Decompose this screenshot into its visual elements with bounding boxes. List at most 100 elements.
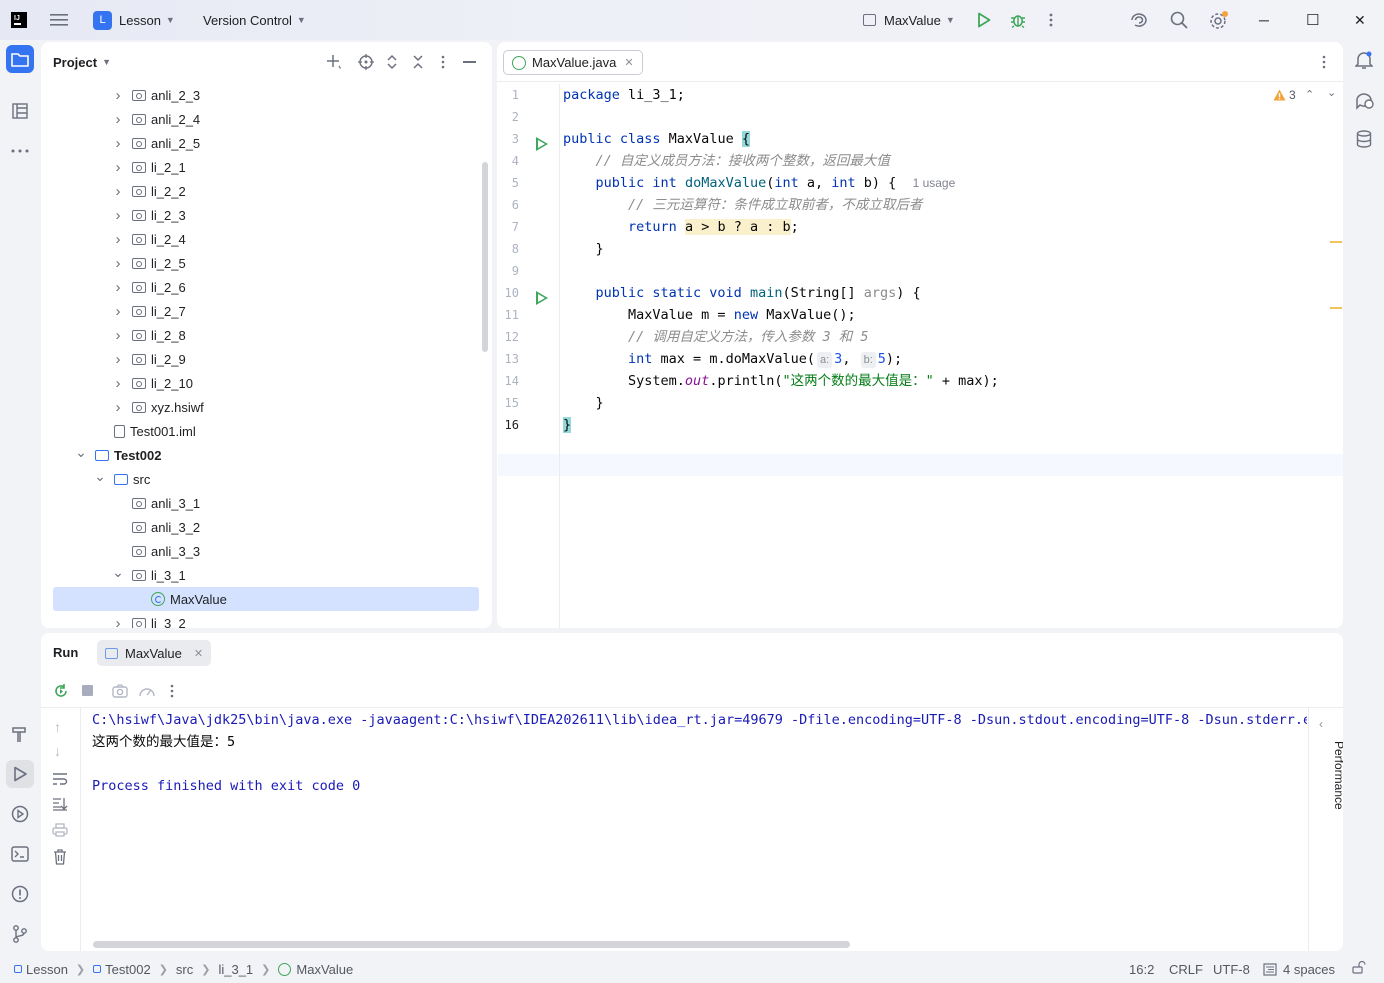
tree-item[interactable]: › li_2_5: [41, 251, 492, 275]
options-icon[interactable]: [441, 55, 445, 72]
project-tool-icon[interactable]: [6, 45, 34, 73]
code-line-11[interactable]: MaxValue m = new MaxValue();: [563, 304, 856, 326]
chevron-right-icon[interactable]: ›: [112, 375, 124, 392]
chevron-left-icon[interactable]: ‹: [1319, 717, 1323, 731]
main-menu-icon[interactable]: [50, 0, 68, 40]
notifications-bell-icon[interactable]: [1354, 50, 1374, 73]
next-highlight-icon[interactable]: ⌄: [1327, 86, 1336, 99]
tree-item[interactable]: › xyz.hsiwf: [41, 395, 492, 419]
line-number[interactable]: 5: [497, 172, 519, 194]
app-logo-icon[interactable]: IJ: [11, 0, 27, 40]
tree-item[interactable]: Test001.iml: [41, 419, 492, 443]
tree-item[interactable]: anli_3_1: [41, 491, 492, 515]
code-line-1[interactable]: package li_3_1;: [563, 84, 685, 106]
chevron-right-icon[interactable]: ›: [112, 615, 124, 629]
line-number[interactable]: 8: [497, 238, 519, 260]
console-output[interactable]: C:\hsiwf\Java\jdk25\bin\java.exe -javaag…: [41, 709, 1307, 929]
tree-item[interactable]: ⌄ Test002: [41, 443, 492, 467]
code-line-4[interactable]: // 自定义成员方法：接收两个整数，返回最大值: [563, 150, 890, 172]
run-main-gutter-icon[interactable]: [536, 291, 548, 305]
code-line-15[interactable]: }: [563, 392, 604, 414]
run-button[interactable]: [977, 0, 991, 40]
tree-item[interactable]: › li_2_9: [41, 347, 492, 371]
run-more-icon[interactable]: [170, 684, 174, 701]
rerun-icon[interactable]: [53, 683, 69, 702]
vcs-menu[interactable]: Version Control ▼: [203, 0, 306, 40]
line-number[interactable]: 6: [497, 194, 519, 216]
chevron-right-icon[interactable]: ›: [112, 303, 124, 320]
tree-item[interactable]: anli_3_2: [41, 515, 492, 539]
usage-hint[interactable]: 1 usage: [913, 176, 956, 190]
build-hammer-icon[interactable]: [6, 720, 34, 748]
close-tab-icon[interactable]: ✕: [624, 56, 633, 69]
debug-button[interactable]: [1010, 0, 1026, 40]
chevron-down-icon[interactable]: ⌄: [112, 565, 124, 579]
run-class-gutter-icon[interactable]: [536, 137, 548, 151]
file-encoding[interactable]: UTF-8: [1213, 962, 1250, 977]
chevron-right-icon[interactable]: ›: [112, 351, 124, 368]
chevron-right-icon[interactable]: ›: [112, 87, 124, 104]
code-line-3[interactable]: public class MaxValue {: [563, 128, 750, 150]
line-number[interactable]: 4: [497, 150, 519, 172]
settings-gear-icon[interactable]: [1209, 0, 1229, 40]
tree-item[interactable]: ⌄ src: [41, 467, 492, 491]
tree-item[interactable]: › li_2_8: [41, 323, 492, 347]
tree-scrollbar[interactable]: [482, 162, 488, 352]
chevron-right-icon[interactable]: ›: [112, 255, 124, 272]
console-line-command[interactable]: C:\hsiwf\Java\jdk25\bin\java.exe -javaag…: [92, 709, 1307, 731]
console-horizontal-scrollbar[interactable]: [93, 941, 850, 948]
problems-icon[interactable]: [6, 880, 34, 908]
structure-tool-icon[interactable]: [6, 97, 34, 125]
breadcrumb-lesson[interactable]: Lesson: [26, 962, 68, 977]
camera-icon[interactable]: [112, 684, 128, 701]
chevron-right-icon[interactable]: ›: [112, 327, 124, 344]
line-number[interactable]: 15: [497, 392, 519, 414]
editor-tab-maxvalue[interactable]: MaxValue.java ✕: [503, 50, 643, 75]
hide-panel-icon[interactable]: [463, 61, 476, 63]
chevron-right-icon[interactable]: ›: [112, 183, 124, 200]
indent-setting[interactable]: 4 spaces: [1263, 962, 1335, 977]
code-line-7[interactable]: return a > b ? a : b;: [563, 216, 799, 238]
line-number[interactable]: 3: [497, 128, 519, 150]
tree-item[interactable]: › anli_2_3: [41, 83, 492, 107]
database-icon[interactable]: [1356, 130, 1372, 151]
ai-assistant-icon[interactable]: [1130, 0, 1148, 40]
line-separator[interactable]: CRLF: [1169, 962, 1203, 977]
cursor-position[interactable]: 16:2: [1129, 962, 1154, 977]
breadcrumb-test002[interactable]: Test002: [105, 962, 151, 977]
console-line-output[interactable]: 这两个数的最大值是：5: [92, 731, 235, 753]
maximize-button[interactable]: ☐: [1306, 0, 1319, 40]
profiler-icon[interactable]: [138, 683, 156, 702]
tree-item[interactable]: › anli_2_4: [41, 107, 492, 131]
tree-item[interactable]: › li_2_2: [41, 179, 492, 203]
tree-item[interactable]: › li_2_7: [41, 299, 492, 323]
tree-item[interactable]: › li_2_3: [41, 203, 492, 227]
code-line-16[interactable]: }: [563, 414, 572, 436]
code-line-10[interactable]: public static void main(String[] args) {: [563, 282, 921, 304]
line-number[interactable]: 7: [497, 216, 519, 238]
breadcrumb-li-3-1[interactable]: li_3_1: [218, 962, 253, 977]
more-tools-icon[interactable]: [6, 137, 34, 165]
chevron-down-icon[interactable]: ⌄: [94, 469, 106, 483]
chevron-right-icon[interactable]: ›: [112, 279, 124, 296]
code-line-8[interactable]: }: [563, 238, 604, 260]
close-tab-icon[interactable]: ✕: [194, 647, 203, 660]
chevron-right-icon[interactable]: ›: [112, 159, 124, 176]
chevron-right-icon[interactable]: ›: [112, 111, 124, 128]
performance-side-tab[interactable]: Performance: [1332, 741, 1343, 821]
line-number[interactable]: 10: [497, 282, 519, 304]
project-switcher[interactable]: L Lesson ▼: [93, 0, 175, 40]
line-number[interactable]: 9: [497, 260, 519, 282]
tree-item[interactable]: › li_2_10: [41, 371, 492, 395]
breadcrumb-src[interactable]: src: [176, 962, 193, 977]
expand-all-icon[interactable]: [386, 54, 398, 73]
lock-icon[interactable]: [1352, 960, 1366, 977]
code-line-12[interactable]: // 调用自定义方法，传入参数 3 和 5: [563, 326, 869, 348]
tree-item[interactable]: anli_3_3: [41, 539, 492, 563]
run-tab-maxvalue[interactable]: MaxValue ✕: [97, 640, 212, 666]
locate-file-icon[interactable]: [358, 54, 374, 73]
line-number[interactable]: 14: [497, 370, 519, 392]
line-number[interactable]: 2: [497, 106, 519, 128]
run-config-selector[interactable]: MaxValue ▼: [863, 0, 955, 40]
console-line-exit[interactable]: Process finished with exit code 0: [92, 775, 360, 797]
